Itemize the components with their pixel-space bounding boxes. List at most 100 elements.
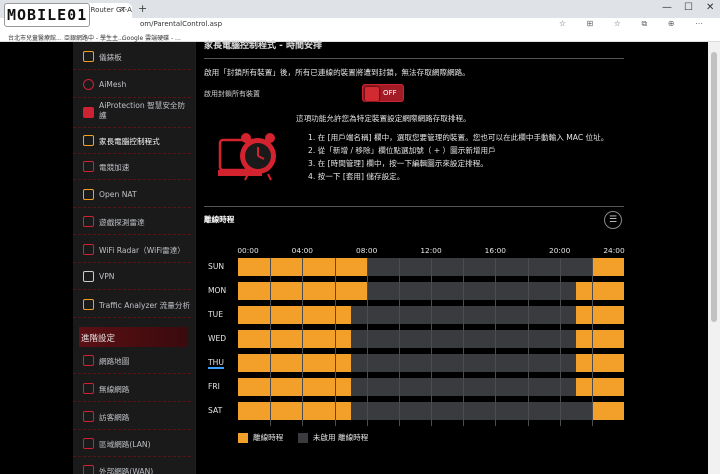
sidebar-item-traffic-analyzer[interactable]: Traffic Analyzer 流量分析 [73, 292, 191, 318]
sidebar-item-label: 家長電腦控制程式 [99, 137, 160, 146]
close-window-icon[interactable]: ✕ [706, 2, 714, 13]
sidebar-item-label: 訪客網路 [99, 413, 130, 422]
alarm-clock-illustration [218, 133, 276, 181]
legend-swatch-inactive [297, 433, 308, 443]
sidebar-item-label: AiMesh [99, 80, 127, 89]
legend: 離線時程 未啟用 離線時程 [238, 432, 380, 443]
sidebar: 儀錶板 AiMesh AiProtection 智慧安全防護 家長電腦控制程式 … [73, 42, 195, 474]
hour-gridline [527, 258, 529, 426]
shield-icon [83, 107, 94, 118]
minimize-icon[interactable]: — [662, 2, 672, 13]
sidebar-item-dashboard[interactable]: 儀錶板 [73, 44, 191, 70]
rocket-icon [83, 161, 94, 172]
lan-icon [83, 438, 94, 449]
step-3: 3. 在 [時間管理] 欄中，按一下編輯圖示來設定排程。 [308, 159, 488, 168]
close-tab-icon[interactable]: × [119, 5, 126, 14]
nat-icon [83, 189, 94, 200]
offline-block[interactable] [575, 330, 624, 348]
hour-gridline [270, 258, 272, 426]
offline-block[interactable] [591, 258, 624, 276]
browser-tab-strip: ASUS Wireless Router GT-AX60... × + — ☐ … [0, 0, 720, 18]
sidebar-item-network-map[interactable]: 網路地圖 [73, 348, 191, 374]
sidebar-item-label: 區域網路(LAN) [99, 440, 151, 449]
sidebar-item-guest-network[interactable]: 訪客網路 [73, 404, 191, 430]
sidebar-item-parental-control[interactable]: 家長電腦控制程式 [73, 128, 191, 154]
sidebar-item-game-radar[interactable]: 遊戲探測雷達 [73, 209, 191, 235]
sidebar-item-label: 儀錶板 [99, 53, 122, 62]
hour-gridline [334, 258, 336, 426]
sidebar-item-label: Open NAT [99, 190, 137, 199]
sidebar-item-aiprotection[interactable]: AiProtection 智慧安全防護 [73, 98, 191, 128]
hour-gridline [463, 258, 465, 426]
sidebar-item-wireless[interactable]: 無線網路 [73, 376, 191, 402]
day-label: WED [208, 334, 227, 343]
offline-block[interactable] [575, 354, 624, 372]
scrollbar[interactable] [708, 42, 720, 474]
offline-block[interactable] [575, 378, 624, 396]
address-bar[interactable]: om/ParentalControl.asp ☆ ⊞ ☆ ⧉ ⊕ ⋯ [0, 18, 720, 32]
sidebar-item-aimesh[interactable]: AiMesh [73, 72, 191, 98]
left-strip [0, 42, 73, 474]
toggle-state: OFF [383, 89, 397, 97]
bookmark-item[interactable]: 亞銀網路中 - 學生主... [64, 33, 124, 42]
legend-offline: 離線時程 [238, 432, 283, 443]
hour-gridline [431, 258, 432, 426]
bookmark-item[interactable]: Google 雲端硬碟 - ... [122, 33, 181, 42]
toolbar-icons[interactable]: ☆ ⊞ ☆ ⧉ ⊕ ⋯ [559, 19, 712, 29]
wifi-radar-icon [83, 244, 94, 255]
schedule-grid[interactable] [238, 258, 624, 426]
sidebar-item-open-nat[interactable]: Open NAT [73, 182, 191, 208]
offline-block[interactable] [575, 306, 624, 324]
feature-info-heading: 這項功能允許您為特定裝置設定網際網路存取排程。 [296, 114, 471, 123]
hour-gridline [591, 258, 593, 426]
page-title: 家長電腦控制程式 - 時間安排 [204, 41, 323, 51]
block-all-toggle[interactable]: OFF [362, 84, 404, 102]
dashboard-icon [83, 51, 94, 62]
step-1: 1. 在 [用戶端名稱] 欄中，選取您要管理的裝置。您也可以在此欄中手動輸入 M… [308, 133, 609, 142]
sidebar-item-label: VPN [99, 272, 115, 281]
scrollbar-thumb[interactable] [711, 52, 717, 322]
advanced-settings-header: 進階設定 [79, 327, 187, 347]
wireless-icon [83, 383, 94, 394]
bookmark-item[interactable]: 台北市兒童醫療館... [8, 33, 62, 42]
guest-network-icon [83, 411, 94, 422]
hour-gridline [495, 258, 497, 426]
day-label: FRI [208, 382, 220, 391]
sidebar-item-game-boost[interactable]: 電競加速 [73, 154, 191, 180]
schedule-view-toggle-icon[interactable]: ☰ [604, 211, 622, 229]
hour-tick-label: 12:00 [420, 246, 442, 255]
legend-label: 離線時程 [253, 433, 284, 442]
sidebar-item-label: 無線網路 [99, 385, 130, 394]
offline-block[interactable] [591, 402, 624, 420]
sidebar-item-vpn[interactable]: VPN [73, 264, 191, 290]
instruction-steps: 1. 在 [用戶端名稱] 欄中，選取您要管理的裝置。您也可以在此欄中手動輸入 M… [308, 131, 618, 183]
legend-inactive: 未啟用 離線時程 [297, 432, 368, 443]
url-text: om/ParentalControl.asp [140, 20, 223, 28]
step-2: 2. 從「新增 / 移除」欄位點選加號（ + ）圖示新增用戶 [308, 146, 496, 155]
divider [204, 206, 624, 207]
network-map-icon [83, 355, 94, 366]
radar-icon [83, 216, 94, 227]
day-label: MON [208, 286, 227, 295]
vpn-icon [83, 271, 94, 282]
sidebar-item-label: 外部網路(WAN) [99, 467, 154, 474]
sidebar-item-label: AiProtection 智慧安全防護 [99, 101, 186, 120]
hour-axis: 00:00 04:00 08:00 12:00 16:00 20:00 24:00 [237, 246, 624, 256]
hour-gridline [366, 258, 368, 426]
block-all-description: 啟用「封鎖所有裝置」後，所有已連線的裝置將遭到封鎖，無法存取網際網路。 [204, 68, 470, 77]
sidebar-item-lan[interactable]: 區域網路(LAN) [73, 431, 191, 457]
hour-tick-label: 00:00 [237, 246, 259, 255]
new-tab-icon[interactable]: + [138, 2, 147, 15]
day-label: SAT [208, 406, 223, 415]
hour-tick-label: 08:00 [356, 246, 378, 255]
maximize-icon[interactable]: ☐ [684, 2, 693, 13]
divider [204, 58, 624, 59]
parental-control-icon [83, 135, 94, 146]
hour-gridline [559, 258, 561, 426]
hour-tick-label: 16:00 [484, 246, 506, 255]
offline-block[interactable] [575, 282, 624, 300]
toggle-knob [365, 87, 379, 101]
sidebar-item-wifi-radar[interactable]: WiFi Radar（WiFi雷達） [73, 237, 191, 263]
sidebar-item-wan[interactable]: 外部網路(WAN) [73, 458, 191, 474]
hour-gridline [398, 258, 400, 426]
